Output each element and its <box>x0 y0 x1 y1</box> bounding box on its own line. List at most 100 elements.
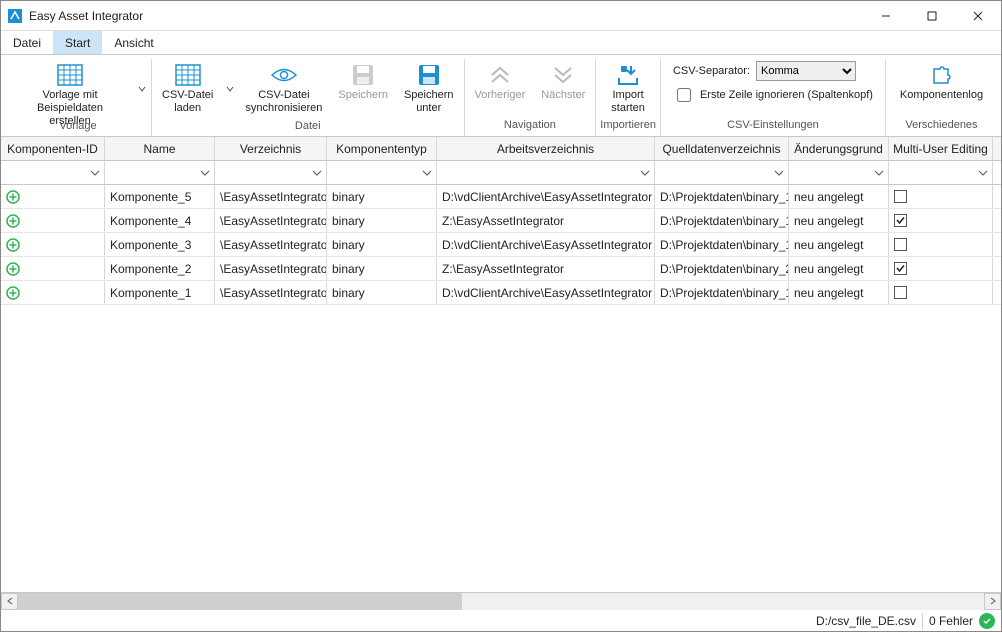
row-reason-cell[interactable]: neu angelegt <box>789 185 889 208</box>
row-id-cell[interactable] <box>1 209 105 232</box>
checkbox[interactable] <box>894 262 907 275</box>
row-srcdir-cell[interactable]: D:\Projektdaten\binary_1 <box>655 209 789 232</box>
ribbon-group-label: Verschiedenes <box>905 118 977 134</box>
row-name-cell[interactable]: Komponente_4 <box>105 209 215 232</box>
row-type-cell[interactable]: binary <box>327 233 437 256</box>
maximize-button[interactable] <box>909 1 955 31</box>
checkbox[interactable] <box>894 214 907 227</box>
ribbon-group-label: Navigation <box>504 118 556 134</box>
filter-cell[interactable] <box>215 161 327 184</box>
filter-cell[interactable] <box>437 161 655 184</box>
add-icon <box>6 190 20 204</box>
menu-file[interactable]: Datei <box>1 31 53 54</box>
csv-separator-select[interactable]: Komma <box>756 61 856 81</box>
grid-icon <box>175 61 201 89</box>
row-id-cell[interactable] <box>1 233 105 256</box>
checkbox[interactable] <box>894 286 907 299</box>
column-header-type[interactable]: Komponententyp <box>327 137 437 160</box>
row-srcdir-cell[interactable]: D:\Projektdaten\binary_1 <box>655 281 789 304</box>
csv-sync-button[interactable]: CSV-Datei synchronisieren <box>239 59 328 117</box>
checkbox[interactable] <box>894 238 907 251</box>
column-header-workdir[interactable]: Arbeitsverzeichnis <box>437 137 655 160</box>
filter-cell[interactable] <box>789 161 889 184</box>
add-icon <box>6 286 20 300</box>
row-multi-cell[interactable] <box>889 209 993 232</box>
row-type-cell[interactable]: binary <box>327 257 437 280</box>
filter-cell[interactable] <box>655 161 789 184</box>
filter-cell[interactable] <box>889 161 993 184</box>
row-workdir-cell[interactable]: D:\vdClientArchive\EasyAssetIntegrator <box>437 281 655 304</box>
row-srcdir-cell[interactable]: D:\Projektdaten\binary_1 <box>655 233 789 256</box>
column-header-dir[interactable]: Verzeichnis <box>215 137 327 160</box>
row-name-cell[interactable]: Komponente_5 <box>105 185 215 208</box>
row-dir-cell[interactable]: \EasyAssetIntegrator <box>215 185 327 208</box>
filter-cell[interactable] <box>327 161 437 184</box>
grid-icon <box>57 61 83 89</box>
menu-view[interactable]: Ansicht <box>102 31 165 54</box>
row-multi-cell[interactable] <box>889 233 993 256</box>
column-header-multi[interactable]: Multi-User Editing <box>889 137 993 160</box>
add-icon <box>6 262 20 276</box>
row-workdir-cell[interactable]: D:\vdClientArchive\EasyAssetIntegrator <box>437 233 655 256</box>
row-type-cell[interactable]: binary <box>327 185 437 208</box>
row-srcdir-cell[interactable]: D:\Projektdaten\binary_2 <box>655 257 789 280</box>
row-dir-cell[interactable]: \EasyAssetIntegrator <box>215 209 327 232</box>
table-row[interactable]: Komponente_1\EasyAssetIntegratorbinaryD:… <box>1 281 1001 305</box>
template-dropdown[interactable] <box>135 59 147 119</box>
table-row[interactable]: Komponente_4\EasyAssetIntegratorbinaryZ:… <box>1 209 1001 233</box>
row-workdir-cell[interactable]: Z:\EasyAssetIntegrator <box>437 257 655 280</box>
chevron-down-icon <box>200 168 210 178</box>
row-srcdir-cell[interactable]: D:\Projektdaten\binary_1 <box>655 185 789 208</box>
close-button[interactable] <box>955 1 1001 31</box>
import-start-button[interactable]: Import starten <box>604 59 652 117</box>
row-name-cell[interactable]: Komponente_2 <box>105 257 215 280</box>
row-dir-cell[interactable]: \EasyAssetIntegrator <box>215 281 327 304</box>
row-workdir-cell[interactable]: D:\vdClientArchive\EasyAssetIntegrator <box>437 185 655 208</box>
ignore-first-row-checkbox[interactable] <box>677 88 691 102</box>
table-row[interactable]: Komponente_5\EasyAssetIntegratorbinaryD:… <box>1 185 1001 209</box>
table-row[interactable]: Komponente_3\EasyAssetIntegratorbinaryD:… <box>1 233 1001 257</box>
row-id-cell[interactable] <box>1 185 105 208</box>
row-workdir-cell[interactable]: Z:\EasyAssetIntegrator <box>437 209 655 232</box>
chevron-down-icon <box>774 168 784 178</box>
row-type-cell[interactable]: binary <box>327 209 437 232</box>
prev-button[interactable]: Vorheriger <box>469 59 532 104</box>
save-icon <box>351 61 375 89</box>
table-row[interactable]: Komponente_2\EasyAssetIntegratorbinaryZ:… <box>1 257 1001 281</box>
scroll-right-button[interactable] <box>984 593 1001 610</box>
csv-load-button[interactable]: CSV-Datei laden <box>156 59 219 117</box>
scroll-left-button[interactable] <box>1 593 18 610</box>
csv-load-dropdown[interactable] <box>223 59 235 119</box>
row-reason-cell[interactable]: neu angelegt <box>789 281 889 304</box>
scroll-track[interactable] <box>18 593 984 610</box>
row-multi-cell[interactable] <box>889 281 993 304</box>
menu-start[interactable]: Start <box>53 31 102 54</box>
scroll-thumb[interactable] <box>18 593 462 610</box>
row-reason-cell[interactable]: neu angelegt <box>789 209 889 232</box>
column-header-srcdir[interactable]: Quelldatenverzeichnis <box>655 137 789 160</box>
horizontal-scrollbar[interactable] <box>1 592 1001 609</box>
column-header-id[interactable]: Komponenten-ID <box>1 137 105 160</box>
row-multi-cell[interactable] <box>889 257 993 280</box>
checkbox[interactable] <box>894 190 907 203</box>
component-log-button[interactable]: Komponentenlog <box>894 59 989 104</box>
filter-cell[interactable] <box>105 161 215 184</box>
row-id-cell[interactable] <box>1 257 105 280</box>
row-name-cell[interactable]: Komponente_1 <box>105 281 215 304</box>
minimize-button[interactable] <box>863 1 909 31</box>
filter-cell[interactable] <box>1 161 105 184</box>
row-multi-cell[interactable] <box>889 185 993 208</box>
row-reason-cell[interactable]: neu angelegt <box>789 257 889 280</box>
row-type-cell[interactable]: binary <box>327 281 437 304</box>
row-reason-cell[interactable]: neu angelegt <box>789 233 889 256</box>
row-id-cell[interactable] <box>1 281 105 304</box>
next-button[interactable]: Nächster <box>535 59 591 104</box>
column-header-reason[interactable]: Änderungsgrund <box>789 137 889 160</box>
save-button[interactable]: Speichern <box>332 59 394 104</box>
row-name-cell[interactable]: Komponente_3 <box>105 233 215 256</box>
row-dir-cell[interactable]: \EasyAssetIntegrator <box>215 257 327 280</box>
column-header-name[interactable]: Name <box>105 137 215 160</box>
ribbon: Vorlage mit Beispieldaten erstellen Vorl… <box>1 55 1001 137</box>
row-dir-cell[interactable]: \EasyAssetIntegrator <box>215 233 327 256</box>
save-as-button[interactable]: Speichern unter <box>398 59 460 117</box>
